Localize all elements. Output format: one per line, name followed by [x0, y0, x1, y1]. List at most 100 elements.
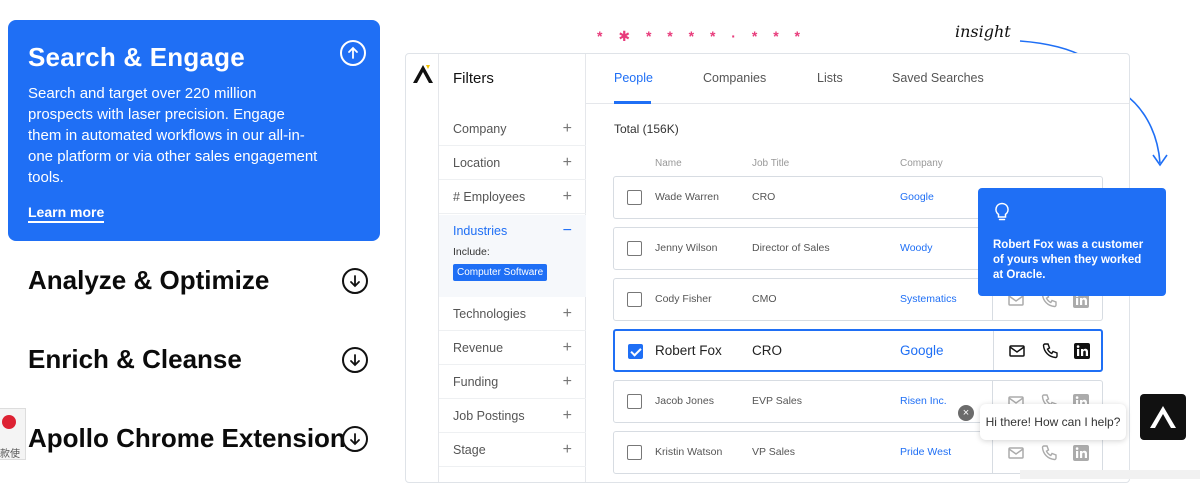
column-header-company: Company — [900, 158, 943, 169]
company-link[interactable]: Systematics — [900, 293, 957, 305]
accordion-title: Search & Engage — [28, 42, 245, 72]
insight-tooltip: Robert Fox was a customer of yours when … — [978, 188, 1166, 296]
accordion-item-search-engage: Search & Engage Search and target over 2… — [8, 20, 380, 241]
minus-icon[interactable]: − — [563, 222, 572, 240]
person-name: Jenny Wilson — [655, 242, 718, 254]
arrow-down-icon — [350, 274, 360, 287]
apollo-logo-icon — [1150, 406, 1176, 428]
recaptcha-text: 款使 — [0, 449, 20, 460]
feature-accordion: Search & Engage Search and target over 2… — [8, 20, 380, 478]
job-title: CRO — [752, 343, 782, 358]
filter-funding[interactable]: Funding + — [439, 365, 586, 399]
job-title: CMO — [752, 293, 777, 305]
email-icon[interactable] — [1007, 444, 1025, 462]
plus-icon: + — [562, 406, 572, 424]
company-link[interactable]: Google — [900, 191, 934, 203]
accordion-item-enrich[interactable]: Enrich & Cleanse — [8, 320, 380, 399]
tab-companies[interactable]: Companies — [703, 71, 766, 85]
recaptcha-icon — [2, 415, 16, 429]
active-tab-indicator — [614, 101, 651, 104]
filter-label: Revenue — [453, 340, 504, 355]
row-checkbox[interactable] — [627, 445, 642, 460]
filter-job-postings[interactable]: Job Postings + — [439, 399, 586, 433]
accordion-item-chrome-extension[interactable]: Apollo Chrome Extension — [8, 399, 380, 478]
plus-icon: + — [562, 338, 572, 356]
linkedin-icon[interactable] — [1072, 444, 1090, 462]
expand-button[interactable] — [342, 425, 368, 452]
filters-panel: Filters Company + Location + # Employees… — [439, 54, 586, 482]
row-checkbox[interactable] — [627, 394, 642, 409]
plus-icon: + — [562, 372, 572, 390]
filter-revenue[interactable]: Revenue + — [439, 331, 586, 365]
collapse-button[interactable] — [340, 40, 366, 66]
row-checkbox[interactable] — [627, 292, 642, 307]
accordion-title: Analyze & Optimize — [28, 265, 270, 295]
phone-icon[interactable] — [1040, 444, 1058, 462]
filter-location[interactable]: Location + — [439, 146, 586, 180]
company-link[interactable]: Pride West — [900, 446, 951, 458]
filter-employees[interactable]: # Employees + — [439, 180, 586, 214]
arrow-up-icon — [348, 46, 358, 59]
job-title: EVP Sales — [752, 395, 803, 407]
filter-industries[interactable]: Industries − Include: Computer Software — [439, 215, 586, 297]
column-header-title: Job Title — [752, 158, 790, 169]
arrow-down-icon — [350, 353, 360, 366]
tooltip-text: Robert Fox was a customer of yours when … — [993, 239, 1144, 281]
chat-greeting[interactable]: Hi there! How can I help? — [980, 404, 1126, 440]
system-tray-strip — [1020, 470, 1200, 479]
lightbulb-icon — [995, 202, 1009, 221]
person-name: Kristin Watson — [655, 446, 723, 458]
job-title: Director of Sales — [752, 242, 830, 254]
filter-label: Funding — [453, 374, 499, 389]
filters-title: Filters — [453, 70, 494, 87]
company-link[interactable]: Google — [900, 343, 944, 358]
person-name: Robert Fox — [655, 343, 722, 358]
apollo-logo-icon — [413, 65, 433, 83]
plus-icon: + — [562, 119, 572, 137]
learn-more-link[interactable]: Learn more — [28, 204, 105, 223]
plus-icon: + — [562, 304, 572, 322]
person-name: Cody Fisher — [655, 293, 712, 305]
tab-saved-searches[interactable]: Saved Searches — [892, 71, 984, 85]
filter-label: Industries — [453, 224, 508, 238]
expand-button[interactable] — [342, 346, 368, 373]
person-name: Wade Warren — [655, 191, 719, 203]
filter-label: Company — [453, 121, 507, 136]
phone-icon[interactable] — [1041, 342, 1059, 360]
plus-icon: + — [562, 440, 572, 458]
table-row-selected[interactable]: Robert Fox CRO Google — [613, 329, 1103, 372]
company-link[interactable]: Risen Inc. — [900, 395, 947, 407]
filter-label: Stage — [453, 442, 486, 457]
accordion-body: Search and target over 220 million prosp… — [28, 85, 318, 186]
arrow-down-icon — [350, 432, 360, 445]
accordion-title: Enrich & Cleanse — [28, 344, 242, 374]
chat-close-button[interactable]: × — [958, 405, 974, 421]
column-header-name: Name — [655, 158, 682, 169]
results-total: Total (156K) — [614, 122, 679, 136]
row-checkbox-checked[interactable] — [628, 344, 643, 359]
tab-people[interactable]: People — [614, 71, 653, 85]
person-name: Jacob Jones — [655, 395, 714, 407]
filter-label: # Employees — [453, 189, 526, 204]
expand-button[interactable] — [342, 267, 368, 294]
recaptcha-badge[interactable]: 款使 — [0, 408, 26, 460]
row-checkbox[interactable] — [627, 241, 642, 256]
accordion-title: Apollo Chrome Extension — [28, 423, 346, 453]
include-label: Include: — [453, 246, 490, 258]
tab-lists[interactable]: Lists — [817, 71, 843, 85]
app-rail — [406, 54, 439, 482]
row-checkbox[interactable] — [627, 190, 642, 205]
industry-chip[interactable]: Computer Software — [453, 264, 548, 281]
accordion-item-analyze[interactable]: Analyze & Optimize — [8, 241, 380, 320]
plus-icon: + — [562, 187, 572, 205]
chat-launcher-button[interactable] — [1140, 394, 1186, 440]
filter-company[interactable]: Company + — [439, 112, 586, 146]
filter-label: Location — [453, 155, 501, 170]
filter-technologies[interactable]: Technologies + — [439, 297, 586, 331]
linkedin-icon[interactable] — [1073, 342, 1091, 360]
filter-label: Technologies — [453, 306, 526, 321]
email-icon[interactable] — [1008, 342, 1026, 360]
filter-stage[interactable]: Stage + — [439, 433, 586, 467]
plus-icon: + — [562, 153, 572, 171]
company-link[interactable]: Woody — [900, 242, 933, 254]
